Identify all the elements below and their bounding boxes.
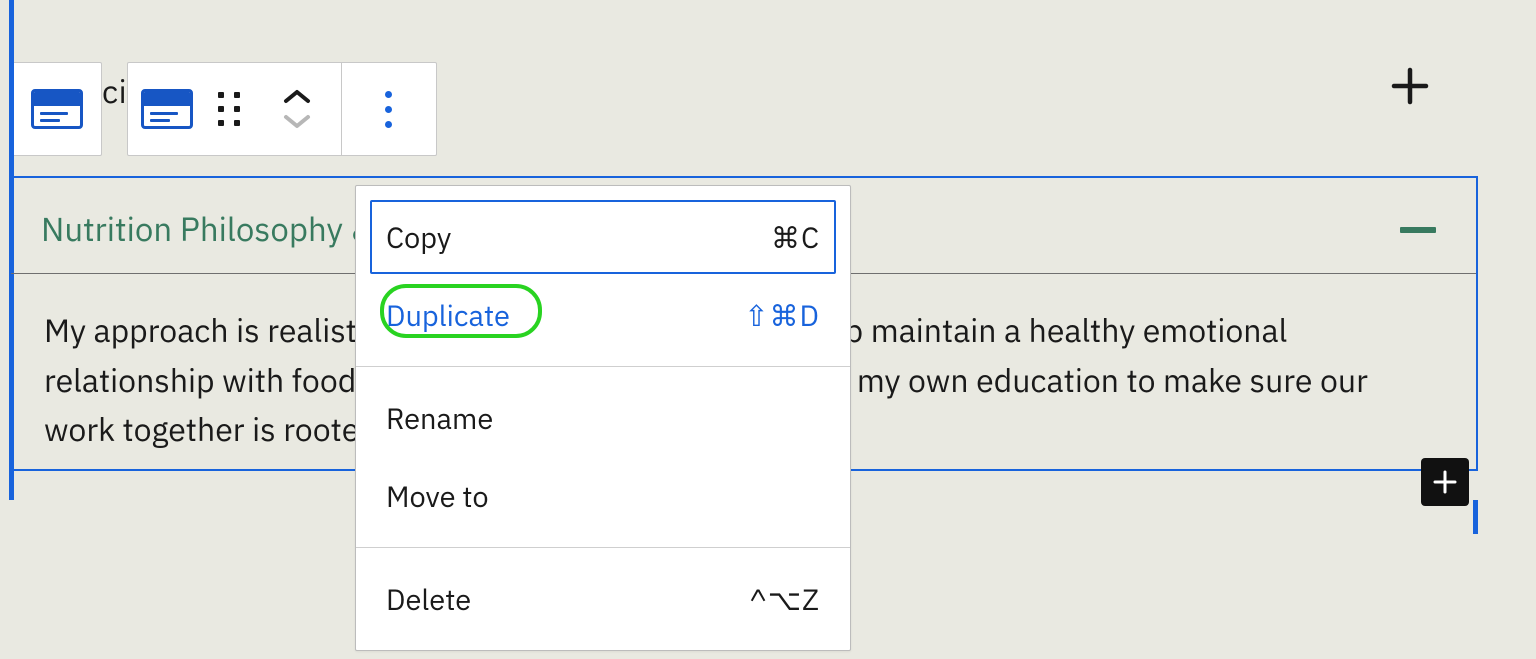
card-block-icon (31, 89, 83, 129)
context-menu-group-3: Delete ^⌥Z (356, 548, 850, 650)
menu-item-rename[interactable]: Rename (370, 381, 836, 455)
menu-item-delete[interactable]: Delete ^⌥Z (370, 562, 836, 636)
menu-item-copy[interactable]: Copy ⌘C (370, 200, 836, 274)
chevron-down-icon (282, 113, 312, 129)
add-block-button[interactable] (1384, 60, 1436, 112)
menu-item-shortcut: ⇧⌘D (744, 296, 820, 334)
move-up-button[interactable] (282, 90, 312, 104)
reorder-controls (253, 63, 340, 155)
drag-handle[interactable] (206, 63, 254, 155)
kebab-icon (385, 91, 392, 128)
block-type-button-2[interactable] (128, 63, 206, 155)
drag-handle-icon (218, 92, 240, 126)
menu-item-label: Copy (386, 218, 451, 256)
plus-icon (1431, 468, 1459, 496)
menu-item-label: Delete (386, 580, 471, 618)
block-toolbar (127, 62, 437, 156)
card-block-icon (141, 89, 193, 129)
menu-item-label: Rename (386, 399, 493, 437)
more-options-button[interactable] (341, 63, 436, 155)
menu-item-shortcut: ⌘C (771, 218, 820, 256)
menu-item-shortcut: ^⌥Z (749, 580, 820, 618)
context-menu-group-1: Copy ⌘C Duplicate ⇧⌘D (356, 186, 850, 367)
inline-add-button[interactable] (1421, 458, 1469, 506)
menu-item-duplicate[interactable]: Duplicate ⇧⌘D (370, 278, 836, 352)
move-down-button[interactable] (282, 114, 312, 128)
obscured-title-fragment: ci (102, 70, 127, 112)
block-context-menu: Copy ⌘C Duplicate ⇧⌘D Rename Move to Del… (355, 185, 851, 651)
context-menu-group-2: Rename Move to (356, 367, 850, 548)
minus-icon[interactable] (1400, 227, 1436, 233)
chevron-up-icon (282, 89, 312, 105)
menu-item-move-to[interactable]: Move to (370, 459, 836, 533)
plus-icon (1390, 66, 1430, 106)
selection-right-edge (1473, 500, 1478, 534)
block-type-button[interactable] (12, 62, 102, 156)
menu-item-label: Move to (386, 477, 489, 515)
menu-item-label: Duplicate (386, 296, 510, 334)
